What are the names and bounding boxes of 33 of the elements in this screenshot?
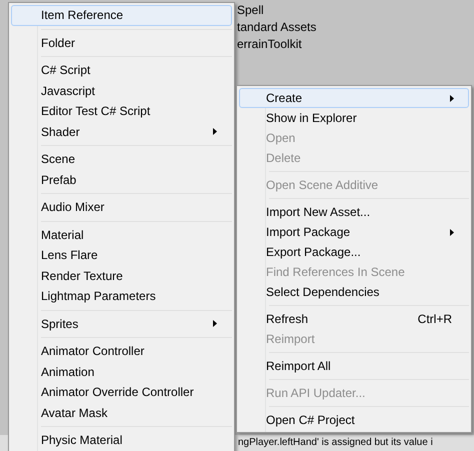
menu-item[interactable]: Folder: [11, 32, 232, 53]
console-message: ngPlayer.leftHand' is assigned but its value i: [238, 436, 434, 449]
menu-item[interactable]: Physic Material: [11, 430, 232, 450]
project-folder-label[interactable]: Spell: [237, 2, 316, 19]
project-folder-label[interactable]: tandard Assets: [237, 19, 316, 36]
menu-item[interactable]: Shader: [11, 122, 232, 142]
menu-item[interactable]: Prefab: [11, 170, 232, 190]
menu-item[interactable]: Import New Asset...: [239, 202, 469, 222]
menu-item[interactable]: Render Texture: [11, 266, 232, 286]
menu-item[interactable]: Export Package...: [239, 242, 469, 262]
menu-item[interactable]: Show in Explorer: [239, 108, 469, 128]
shortcut-text: Ctrl+R: [418, 311, 452, 328]
menu-item[interactable]: Animation: [11, 362, 232, 382]
menu-item[interactable]: Avatar Mask: [11, 402, 232, 423]
project-folder-label[interactable]: errainToolkit: [237, 36, 316, 53]
menu-item[interactable]: Javascript: [11, 80, 232, 101]
menu-item[interactable]: Lens Flare: [11, 245, 232, 266]
menu-item[interactable]: Open C# Project: [239, 410, 469, 430]
menu-item[interactable]: Create: [239, 88, 469, 108]
menu-item[interactable]: Import Package: [239, 222, 469, 242]
menu-item[interactable]: Scene: [11, 149, 232, 170]
menu-item[interactable]: Editor Test C# Script: [11, 101, 232, 122]
menu-item[interactable]: Refresh Ctrl+R: [239, 309, 469, 329]
menu-item[interactable]: Select Dependencies: [239, 282, 469, 302]
menu-item[interactable]: Lightmap Parameters: [11, 286, 232, 306]
menu-item[interactable]: Animator Controller: [11, 341, 232, 362]
menu-item[interactable]: Reimport All: [239, 356, 469, 376]
menu-item[interactable]: Audio Mixer: [11, 197, 232, 218]
menu-item[interactable]: Sprites: [11, 314, 232, 334]
menu-item[interactable]: Material: [11, 224, 232, 245]
menu-item[interactable]: C# Script: [11, 60, 232, 80]
menu-item[interactable]: Animator Override Controller: [11, 382, 232, 402]
menu-item[interactable]: Item Reference: [11, 5, 232, 26]
